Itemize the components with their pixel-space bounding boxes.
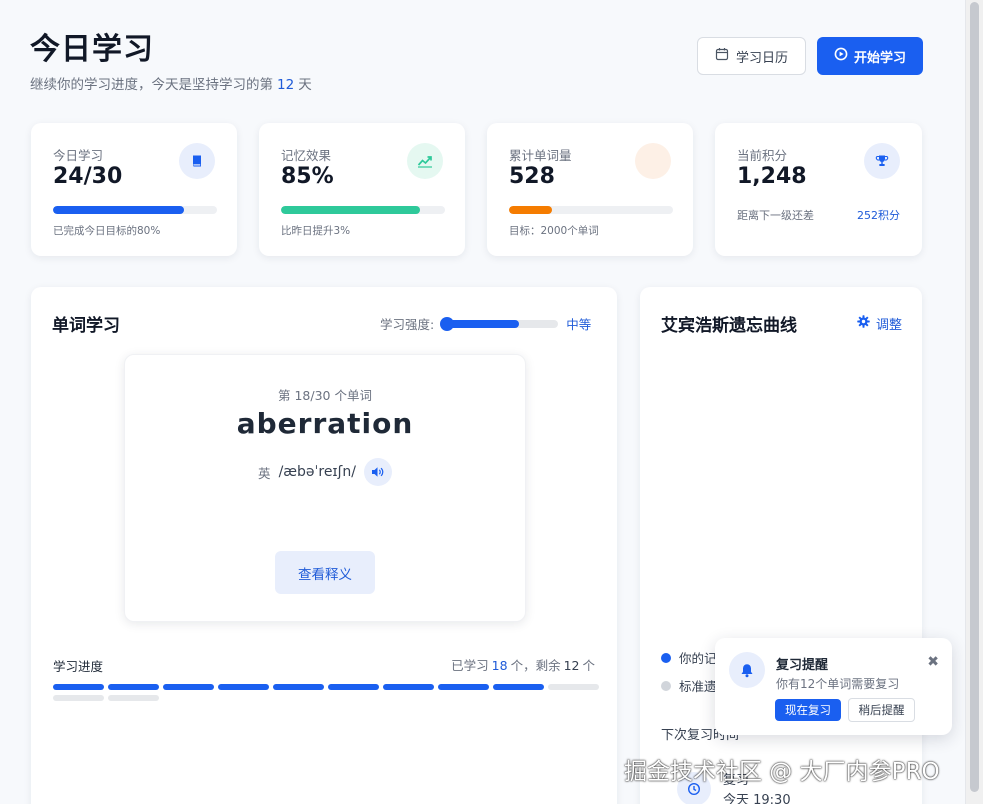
scrollbar-thumb[interactable] [970, 2, 979, 792]
progress-segment-remaining [53, 695, 104, 701]
remaining-count: 12 [563, 658, 580, 673]
start-study-button[interactable]: 开始学习 [817, 37, 923, 75]
word-text: aberration [236, 407, 414, 440]
view-meaning-button[interactable]: 查看释义 [275, 551, 375, 594]
stat-card-points: 当前积分 1,248 距离下一级还差 252积分 [715, 123, 922, 256]
trend-up-icon [407, 143, 443, 179]
page: 今日学习 继续你的学习进度，今天是坚持学习的第 12 天 学习日历 开始学习 今日学… [0, 0, 965, 804]
progress-label: 学习进度 [53, 659, 104, 674]
stat-card-today: 今日学习 24/30 已完成今日目标的80% [31, 123, 237, 256]
remind-later-button[interactable]: 稍后提醒 [848, 698, 915, 722]
subtitle-suffix: 天 [298, 77, 312, 93]
legend-label: 标准遗 [679, 679, 717, 694]
stat-label: 记忆效果 [281, 148, 332, 163]
gear-icon [857, 315, 870, 332]
progress-segment-done [493, 684, 544, 690]
streak-days: 12 [277, 77, 295, 93]
page-title: 今日学习 [30, 32, 154, 67]
stat-label: 累计单词量 [509, 148, 572, 163]
play-circle-icon [834, 47, 848, 65]
watermark: 掘金技术社区 @ 大厂内参PRO [624, 759, 940, 785]
intensity-level: 中等 [566, 317, 592, 332]
stat-value: 85% [281, 164, 334, 189]
progress-segments [53, 684, 599, 701]
progress-segment-done [273, 684, 324, 690]
stat-label: 当前积分 [737, 148, 788, 163]
subtitle-text: 继续你的学习进度，今天是坚持学习的第 [30, 77, 273, 93]
adjust-label: 调整 [876, 318, 903, 333]
review-time: 今天 19:30 [723, 793, 791, 804]
stat-note: 比昨日提升3% [281, 225, 351, 237]
legend-dot [661, 652, 671, 663]
points-note: 距离下一级还差 [737, 209, 814, 222]
progress-segment-done [53, 684, 104, 690]
stat-note: 已完成今日目标的80% [53, 225, 161, 237]
calendar-button[interactable]: 学习日历 [697, 37, 806, 75]
vocabulary-icon [635, 143, 671, 179]
intensity-control: 学习强度: 中等 [380, 314, 591, 333]
progress-segment-remaining [108, 695, 159, 701]
intensity-slider-handle[interactable] [440, 316, 455, 331]
progress-segment-done [218, 684, 269, 690]
stat-value: 24/30 [53, 164, 123, 189]
progress-segment-done [383, 684, 434, 690]
stat-value: 1,248 [737, 164, 807, 189]
legend-standard: 标准遗 [661, 676, 717, 695]
intensity-label: 学习强度: [380, 317, 435, 332]
scrollbar[interactable] [965, 0, 983, 804]
legend-dot [661, 680, 671, 691]
close-icon[interactable]: ✖ [927, 654, 939, 670]
toast-title: 复习提醒 [776, 658, 829, 673]
pronunciation-lang: 英 [258, 465, 271, 481]
review-now-button[interactable]: 现在复习 [775, 699, 841, 721]
calendar-button-label: 学习日历 [735, 50, 788, 66]
progress-segment-done [438, 684, 489, 690]
flashcard: 第 18/30 个单词 aberration 英 /æbəˈreɪʃn/ 查看释… [124, 354, 526, 622]
page-subtitle: 继续你的学习进度，今天是坚持学习的第 12 天 [30, 73, 312, 93]
calendar-icon [715, 47, 729, 65]
learned-prefix: 已学习 [451, 658, 489, 673]
memory-progress-bar [281, 206, 445, 214]
points-remaining: 252积分 [857, 209, 900, 222]
speaker-icon[interactable] [363, 458, 392, 486]
progress-summary: 已学习 18 个，剩余 12 个 [451, 655, 595, 674]
forgetting-curve-title: 艾宾浩斯遗忘曲线 [661, 316, 797, 336]
progress-segment-done [328, 684, 379, 690]
review-reminder-toast: 复习提醒 你有12个单词需要复习 ✖ 现在复习 稍后提醒 [715, 638, 952, 735]
learned-count: 18 [491, 658, 508, 673]
stat-label: 今日学习 [53, 148, 104, 163]
intensity-slider[interactable] [440, 316, 559, 331]
start-study-label: 开始学习 [853, 50, 906, 66]
bell-icon [729, 652, 765, 688]
word-study-panel: 单词学习 学习强度: 中等 第 18/30 个单词 aberration 英 /… [31, 287, 617, 804]
learned-suffix: 个，剩余 [510, 658, 561, 673]
trophy-icon [864, 143, 900, 179]
stat-note: 目标：2000个单词 [509, 225, 599, 237]
pronunciation-row: 英 /æbəˈreɪʃn/ [125, 458, 525, 486]
progress-segment-done [108, 684, 159, 690]
progress-segment-done [163, 684, 214, 690]
adjust-button[interactable]: 调整 [857, 314, 902, 333]
stat-card-memory: 记忆效果 85% 比昨日提升3% [259, 123, 465, 256]
legend-label: 你的记 [679, 651, 717, 666]
legend-yours: 你的记 [661, 648, 717, 667]
stat-card-vocabulary: 累计单词量 528 目标：2000个单词 [487, 123, 693, 256]
word-study-title: 单词学习 [52, 316, 120, 336]
vocabulary-progress-bar [509, 206, 673, 214]
book-icon [179, 143, 215, 179]
word-counter: 第 18/30 个单词 [278, 388, 372, 403]
remaining-suffix: 个 [582, 658, 595, 673]
today-progress-bar [53, 206, 217, 214]
progress-segment-remaining [548, 684, 599, 690]
toast-message: 你有12个单词需要复习 [776, 677, 900, 691]
phonetic-text: /æbəˈreɪʃn/ [278, 464, 356, 480]
stat-value: 528 [509, 164, 555, 189]
